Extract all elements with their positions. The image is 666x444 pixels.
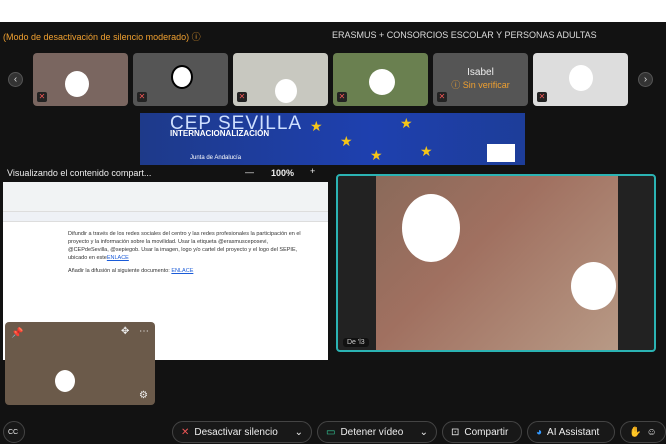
- zoom-out-button[interactable]: —: [245, 167, 254, 177]
- reactions-button[interactable]: ✋ ☺: [620, 421, 666, 443]
- settings-icon[interactable]: ⚙: [139, 390, 148, 401]
- self-view[interactable]: 📌 ✥ ⋯ ⚙: [5, 322, 155, 405]
- muted-mic-icon: ✕: [137, 92, 147, 102]
- participant-tile[interactable]: ✕: [233, 53, 328, 106]
- document-text: Difundir a través de los redes sociales …: [68, 231, 301, 274]
- info-icon[interactable]: ⓘ: [192, 32, 201, 42]
- next-participants-button[interactable]: ›: [638, 72, 653, 87]
- shared-banner-image: CEP SEVILLA INTERNACIONALIZACIÓN Junta d…: [140, 113, 525, 165]
- link-enlace[interactable]: ENLACE: [107, 255, 129, 261]
- zoom-level: 100%: [271, 168, 295, 178]
- pin-icon[interactable]: 📌: [11, 328, 23, 339]
- stop-video-button[interactable]: ▭ Detener vídeo ⌄: [317, 421, 437, 443]
- emoji-icon: ☺: [646, 426, 657, 438]
- unmute-button[interactable]: ✕ Desactivar silencio ⌄: [172, 421, 312, 443]
- meeting-title: ERASMUS + CONSORCIOS ESCOLAR Y PERSONAS …: [332, 30, 597, 40]
- muted-mic-icon: ✕: [537, 92, 547, 102]
- captions-button[interactable]: CC: [3, 421, 25, 443]
- participant-tile[interactable]: ✕: [33, 53, 128, 106]
- muted-mic-icon: ✕: [237, 92, 247, 102]
- doc-toolbar: [3, 212, 328, 222]
- chevron-down-icon[interactable]: ⌄: [420, 427, 428, 438]
- speaker-names: De 'l3: [343, 338, 369, 347]
- chevron-down-icon[interactable]: ⌄: [295, 427, 303, 438]
- link-enlace-2[interactable]: ENLACE: [171, 268, 193, 274]
- participant-name: Isabel: [467, 67, 494, 78]
- muted-mic-icon: ✕: [437, 92, 447, 102]
- unverified-status: ⓘ Sin verificar: [451, 80, 510, 90]
- share-button[interactable]: ⊡ Compartir: [442, 421, 522, 443]
- raise-hand-icon: ✋: [629, 426, 642, 438]
- moderated-mute-label[interactable]: (Modo de desactivación de silencio moder…: [3, 30, 201, 43]
- browser-toolbar: [3, 182, 328, 212]
- muted-mic-icon: ✕: [337, 92, 347, 102]
- participant-tile[interactable]: ✕: [533, 53, 628, 106]
- captions-icon: CC: [8, 428, 19, 436]
- meeting-window: (Modo de desactivación de silencio moder…: [0, 22, 666, 444]
- participant-tile[interactable]: Isabel ⓘ Sin verificar ✕: [433, 53, 528, 106]
- move-icon[interactable]: ✥: [121, 326, 129, 337]
- active-speaker-video[interactable]: De 'l3: [336, 174, 656, 352]
- muted-mic-icon: ✕: [181, 426, 190, 438]
- more-icon[interactable]: ⋯: [139, 326, 149, 337]
- zoom-in-button[interactable]: +: [310, 166, 315, 176]
- muted-mic-icon: ✕: [37, 92, 47, 102]
- participant-tile[interactable]: ✕: [133, 53, 228, 106]
- eu-flag-icon: [487, 144, 515, 162]
- prev-participants-button[interactable]: ‹: [8, 72, 23, 87]
- ai-icon: ◕: [536, 426, 543, 438]
- share-screen-icon: ⊡: [451, 426, 460, 438]
- ai-assistant-button[interactable]: ◕ AI Assistant: [527, 421, 615, 443]
- camera-icon: ▭: [326, 426, 336, 438]
- share-header: Visualizando el contenido compart... — 1…: [7, 166, 316, 178]
- participant-tile[interactable]: ✕: [333, 53, 428, 106]
